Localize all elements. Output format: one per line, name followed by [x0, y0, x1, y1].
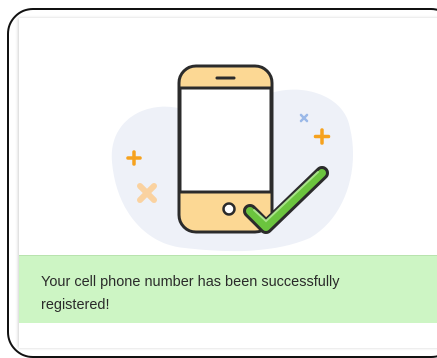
success-message: Your cell phone number has been successf… [41, 274, 340, 313]
success-banner: Your cell phone number has been successf… [19, 255, 437, 323]
phone-icon [177, 64, 274, 234]
